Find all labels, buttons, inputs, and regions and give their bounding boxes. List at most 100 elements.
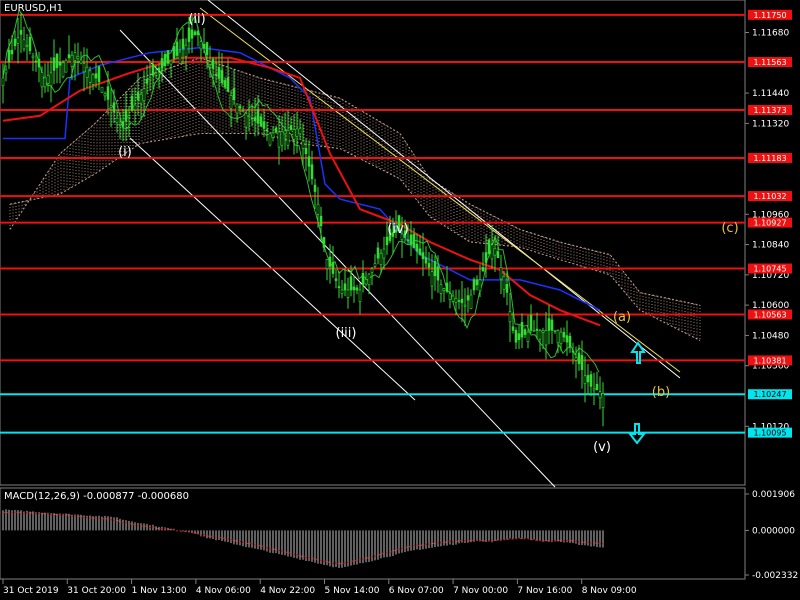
candle-body [43,77,47,88]
candle-body [601,393,605,408]
time-tick-label: 31 Oct 20:00 [67,586,126,596]
candle-body [532,330,536,332]
candle-body [55,53,59,69]
candle-body [349,276,353,291]
candle-body [226,77,230,92]
candle-body [421,252,425,260]
candle-body [139,93,143,104]
price-tick-label: 1.11320 [752,119,789,129]
candle-body [460,298,464,304]
candle-body [73,52,77,61]
candle-body [208,61,212,65]
candle-body [346,289,350,298]
wave-label-c: (c) [721,221,738,236]
candle-body [301,140,305,149]
candle-body [298,128,302,135]
candle-body [313,184,317,192]
candle-body [304,148,308,155]
candle-body [40,72,44,88]
candle-body [385,236,389,246]
candle-body [34,60,38,63]
wave-label-iv: (iv) [387,222,408,237]
candle-body [580,355,584,370]
candle-body [145,78,149,84]
candle-body [517,333,521,341]
candle-body [292,129,296,140]
candle-body [466,295,470,301]
resistance-tag-label: 1.10563 [753,310,786,319]
candle-body [352,286,356,291]
candle-body [178,51,182,64]
candle-body [151,63,155,76]
candle-body [457,300,461,302]
candle-body [1,77,5,86]
eurusd-h1-chart[interactable]: (ii) (i) (iv) (iii) (v) (a) (b) (c) 1.11… [0,0,800,600]
wave-label-v: (v) [593,440,611,455]
candle-body [565,335,569,343]
candle-body [544,330,548,346]
candle-body [115,117,119,123]
resistance-tag-label: 1.11183 [753,154,786,163]
candle-body [382,248,386,259]
candle-body [157,67,161,72]
candle-body [454,297,458,303]
candle-body [49,72,53,87]
candle-body [373,263,377,267]
wave-label-ii: (ii) [188,12,205,27]
candle-body [583,375,587,384]
candle-body [262,121,266,129]
support-tag-label: 1.10095 [753,429,786,438]
candle-body [295,128,299,137]
candle-body [595,383,599,391]
candle-body [478,279,482,292]
candle-body [568,335,572,348]
price-tick-label: 1.11440 [752,89,789,99]
candle-body [343,283,347,291]
candle-body [28,36,32,52]
candle-body [307,156,311,167]
candle-body [109,105,113,108]
candle-body [406,239,410,242]
chart-background [0,0,800,600]
candle-body [322,237,326,248]
wave-label-a: (a) [613,310,631,325]
candle-body [193,31,197,36]
candle-body [238,106,242,109]
candle-body [271,132,275,138]
macd-tick-label: 0.001906 [752,490,795,500]
candle-body [121,121,125,127]
resistance-tag-label: 1.10927 [753,219,786,228]
macd-tick-label: 0.000000 [752,526,795,536]
candle-body [520,322,524,338]
candle-body [166,50,170,64]
candle-body [547,318,551,331]
wave-label-i: (i) [118,145,132,160]
candle-body [574,357,578,361]
candle-body [277,131,281,148]
resistance-tag-label: 1.11750 [753,11,786,20]
candle-body [331,262,335,274]
candle-body [265,129,269,132]
candle-body [571,350,575,353]
candle-body [577,352,581,364]
candle-body [442,288,446,291]
candle-body [187,27,191,42]
candle-body [337,286,341,289]
candle-body [286,130,290,146]
candle-body [355,287,359,291]
candle-body [202,43,206,49]
price-tick-label: 1.11680 [752,28,789,38]
candle-body [550,319,554,331]
candle-body [472,279,476,291]
candle-body [19,29,23,35]
candle-body [241,110,245,112]
candle-body [289,125,293,131]
candle-body [535,328,539,331]
time-tick-label: 1 Nov 13:00 [132,586,187,596]
time-tick-label: 4 Nov 06:00 [196,586,251,596]
time-tick-label: 31 Oct 2019 [3,586,59,596]
candle-body [70,54,74,67]
candle-body [112,102,116,113]
candle-body [61,62,65,78]
candle-body [469,294,473,309]
